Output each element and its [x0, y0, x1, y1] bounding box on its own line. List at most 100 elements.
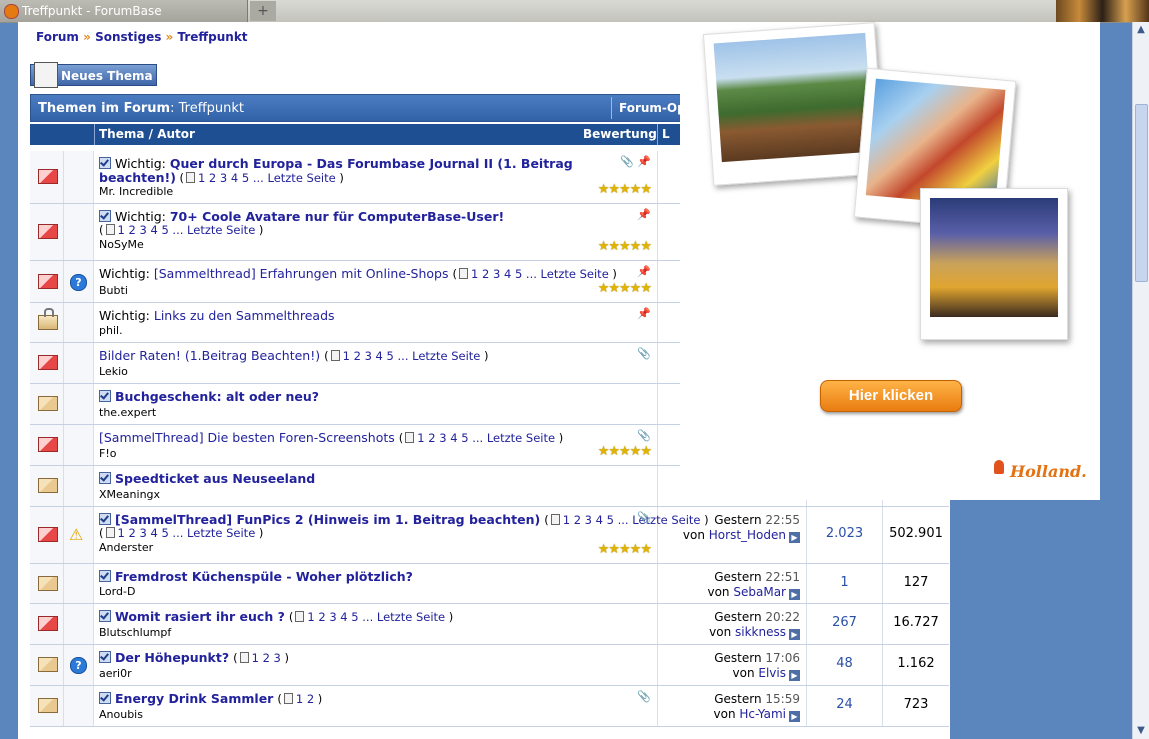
thread-title-link[interactable]: Der Höhepunkt? — [115, 650, 229, 665]
page-link[interactable]: 3 — [139, 526, 146, 540]
go-to-last-post-icon[interactable]: ▶ — [789, 711, 800, 722]
replies-count-link[interactable]: 24 — [807, 686, 882, 712]
page-link[interactable]: 1 — [296, 692, 303, 706]
page-link[interactable]: ... — [472, 431, 483, 445]
thread-title-link[interactable]: Speedticket aus Neuseeland — [115, 471, 315, 486]
col-last-header[interactable]: L — [657, 124, 672, 145]
page-link[interactable]: 5 — [515, 267, 522, 281]
col-rating-header[interactable]: Bewertung — [583, 124, 657, 145]
last-post-user[interactable]: SebaMar — [733, 585, 786, 599]
breadcrumb-sonstiges[interactable]: Sonstiges — [95, 30, 161, 44]
thread-author[interactable]: Mr. Incredible — [99, 185, 173, 198]
page-link[interactable]: 4 — [376, 349, 383, 363]
page-link[interactable]: 2 — [307, 692, 314, 706]
page-link[interactable]: 1 — [307, 610, 314, 624]
page-link[interactable]: 2 — [209, 171, 216, 185]
thread-author[interactable]: the.expert — [99, 406, 156, 419]
vertical-scrollbar[interactable]: ▲ ▼ — [1132, 22, 1149, 739]
page-link[interactable]: Letzte Seite — [412, 349, 480, 363]
page-link[interactable]: 1 — [563, 513, 570, 527]
thread-author[interactable]: Blutschlumpf — [99, 626, 171, 639]
page-link[interactable]: 4 — [231, 171, 238, 185]
thread-author[interactable]: phil. — [99, 324, 123, 337]
go-to-last-post-icon[interactable]: ▶ — [789, 629, 800, 640]
page-link[interactable]: 2 — [263, 651, 270, 665]
thread-author[interactable]: XMeaningx — [99, 488, 160, 501]
page-link[interactable]: 3 — [139, 223, 146, 237]
thread-title-link[interactable]: [Sammelthread] Erfahrungen mit Online-Sh… — [154, 266, 449, 281]
new-tab-button[interactable]: + — [250, 1, 276, 21]
page-link[interactable]: 2 — [574, 513, 581, 527]
scroll-up-arrow-icon[interactable]: ▲ — [1133, 22, 1149, 38]
page-link[interactable]: 2 — [128, 526, 135, 540]
page-link[interactable]: 3 — [220, 171, 227, 185]
thread-title-link[interactable]: [SammelThread] FunPics 2 (Hinweis im 1. … — [115, 512, 540, 527]
thread-title-link[interactable]: Womit rasiert ihr euch ? — [115, 609, 285, 624]
thread-title-link[interactable]: Bilder Raten! (1.Beitrag Beachten!) — [99, 348, 320, 363]
page-link[interactable]: 3 — [365, 349, 372, 363]
ad-cta-button[interactable]: Hier klicken — [820, 380, 962, 412]
page-link[interactable]: 4 — [450, 431, 457, 445]
thread-title-link[interactable]: Links zu den Sammelthreads — [154, 308, 335, 323]
page-link[interactable]: 3 — [274, 651, 281, 665]
page-link[interactable]: 4 — [150, 526, 157, 540]
page-link[interactable]: 5 — [161, 223, 168, 237]
page-link[interactable]: 3 — [439, 431, 446, 445]
page-link[interactable]: 1 — [343, 349, 350, 363]
page-link[interactable]: Letzte Seite — [187, 223, 255, 237]
page-link[interactable]: 2 — [354, 349, 361, 363]
browser-tab[interactable]: Treffpunkt - ForumBase — [0, 0, 248, 22]
thread-title-link[interactable]: [SammelThread] Die besten Foren-Screensh… — [99, 430, 395, 445]
page-link[interactable]: 3 — [329, 610, 336, 624]
replies-count-link[interactable]: 48 — [807, 645, 882, 671]
page-link[interactable]: ... — [618, 513, 629, 527]
page-link[interactable]: ... — [526, 267, 537, 281]
thread-title-link[interactable]: Fremdrost Küchenspüle - Woher plötzlich? — [115, 569, 413, 584]
page-link[interactable]: 4 — [150, 223, 157, 237]
page-link[interactable]: Letzte Seite — [187, 526, 255, 540]
page-link[interactable]: 1 — [471, 267, 478, 281]
page-link[interactable]: 1 — [118, 223, 125, 237]
page-link[interactable]: ... — [172, 526, 183, 540]
page-link[interactable]: Letzte Seite — [267, 171, 335, 185]
go-to-last-post-icon[interactable]: ▶ — [789, 589, 800, 600]
thread-title-link-cont[interactable]: beachten!) — [99, 170, 176, 185]
page-link[interactable]: Letzte Seite — [487, 431, 555, 445]
page-link[interactable]: 2 — [428, 431, 435, 445]
last-post-user[interactable]: Horst_Hoden — [709, 528, 786, 542]
thread-author[interactable]: Bubti — [99, 284, 128, 297]
page-link[interactable]: Letzte Seite — [377, 610, 445, 624]
thread-author[interactable]: F!o — [99, 447, 116, 460]
replies-count-link[interactable]: 1 — [807, 564, 882, 590]
page-link[interactable]: 1 — [118, 526, 125, 540]
page-link[interactable]: 5 — [161, 526, 168, 540]
thread-author[interactable]: Anderster — [99, 541, 153, 554]
page-link[interactable]: 5 — [461, 431, 468, 445]
page-link[interactable]: 4 — [340, 610, 347, 624]
page-link[interactable]: 5 — [607, 513, 614, 527]
thread-author[interactable]: Lord-D — [99, 585, 135, 598]
page-link[interactable]: Letzte Seite — [541, 267, 609, 281]
page-link[interactable]: 2 — [128, 223, 135, 237]
thread-title-link[interactable]: 70+ Coole Avatare nur für ComputerBase-U… — [170, 209, 504, 224]
thread-author[interactable]: NoSyMe — [99, 238, 144, 251]
page-link[interactable]: 1 — [417, 431, 424, 445]
page-link[interactable]: 2 — [482, 267, 489, 281]
page-link[interactable]: 1 — [252, 651, 259, 665]
go-to-last-post-icon[interactable]: ▶ — [789, 532, 800, 543]
thread-author[interactable]: Anoubis — [99, 708, 143, 721]
breadcrumb-forum[interactable]: Forum — [36, 30, 79, 44]
scroll-down-arrow-icon[interactable]: ▼ — [1133, 723, 1149, 739]
page-link[interactable]: 3 — [493, 267, 500, 281]
thread-title-link[interactable]: Buchgeschenk: alt oder neu? — [115, 389, 319, 404]
page-link[interactable]: 2 — [318, 610, 325, 624]
col-topic-header[interactable]: Thema / Autor — [94, 124, 657, 145]
thread-author[interactable]: Lekio — [99, 365, 128, 378]
page-link[interactable]: 5 — [351, 610, 358, 624]
last-post-user[interactable]: sikkness — [735, 625, 786, 639]
page-link[interactable]: ... — [172, 223, 183, 237]
last-post-user[interactable]: Hc-Yami — [739, 707, 786, 721]
page-link[interactable]: 1 — [198, 171, 205, 185]
scrollbar-thumb[interactable] — [1135, 104, 1148, 282]
last-post-user[interactable]: Elvis — [758, 666, 786, 680]
